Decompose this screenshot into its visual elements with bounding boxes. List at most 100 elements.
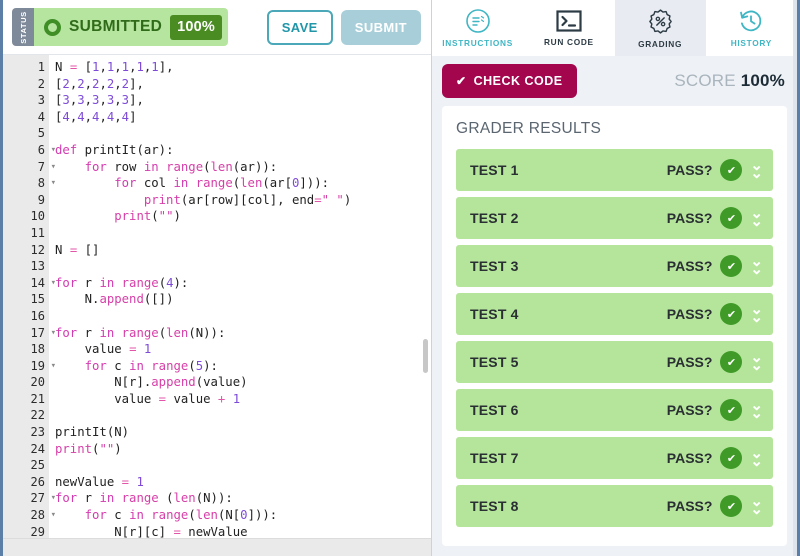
- percent-badge-icon: [647, 8, 674, 35]
- chevron-down-icon[interactable]: ⌄⌄: [750, 450, 763, 466]
- submit-button[interactable]: SUBMIT: [341, 10, 421, 45]
- test-row[interactable]: TEST 5PASS?✔⌄⌄: [456, 341, 773, 383]
- tab-history-label: HISTORY: [731, 38, 772, 48]
- pass-check-icon: ✔: [720, 207, 742, 229]
- line-number: 6▾: [3, 142, 49, 159]
- panel-tabs: INSTRUCTIONS RUN CODE: [432, 0, 797, 56]
- test-pass-label: PASS?: [667, 162, 713, 178]
- test-row[interactable]: TEST 4PASS?✔⌄⌄: [456, 293, 773, 335]
- editor-vertical-scrollbar[interactable]: [422, 59, 429, 554]
- status-tag: STATUS: [12, 8, 34, 46]
- history-clock-icon: [738, 8, 764, 34]
- code-line[interactable]: for c in range(len(N[0])):: [49, 507, 421, 524]
- code-line[interactable]: for col in range(len(ar[0])):: [49, 175, 421, 192]
- test-result-list: TEST 1PASS?✔⌄⌄TEST 2PASS?✔⌄⌄TEST 3PASS?✔…: [456, 149, 773, 527]
- code-line[interactable]: [49, 457, 421, 474]
- test-pass-label: PASS?: [667, 210, 713, 226]
- line-number: 5: [3, 125, 49, 142]
- line-number: 3: [3, 92, 49, 109]
- code-line[interactable]: [49, 407, 421, 424]
- code-line[interactable]: N = [1,1,1,1,1],: [49, 59, 421, 76]
- chevron-down-icon[interactable]: ⌄⌄: [750, 306, 763, 322]
- code-line[interactable]: def printIt(ar):: [49, 142, 421, 159]
- test-row[interactable]: TEST 2PASS?✔⌄⌄: [456, 197, 773, 239]
- code-line[interactable]: newValue = 1: [49, 474, 421, 491]
- code-line[interactable]: [49, 225, 421, 242]
- pass-check-icon: ✔: [720, 303, 742, 325]
- tab-grading[interactable]: GRADING: [615, 0, 706, 56]
- tab-history[interactable]: HISTORY: [706, 0, 797, 56]
- editor-toolbar: STATUS SUBMITTED 100% SAVE SUBMIT: [3, 0, 431, 55]
- code-line[interactable]: printIt(N): [49, 424, 421, 441]
- tab-instructions[interactable]: INSTRUCTIONS: [432, 0, 523, 56]
- code-line[interactable]: for row in range(len(ar)):: [49, 159, 421, 176]
- code-line[interactable]: for r in range (len(N)):: [49, 490, 421, 507]
- test-name: TEST 3: [470, 258, 519, 274]
- test-pass-label: PASS?: [667, 450, 713, 466]
- save-button[interactable]: SAVE: [267, 10, 333, 45]
- terminal-icon: [555, 9, 583, 33]
- code-line[interactable]: [2,2,2,2,2],: [49, 76, 421, 93]
- chevron-down-icon[interactable]: ⌄⌄: [750, 210, 763, 226]
- score-display: SCORE 100%: [674, 71, 785, 91]
- pass-check-icon: ✔: [720, 351, 742, 373]
- code-line[interactable]: N[r].append(value): [49, 374, 421, 391]
- grader-results-card: GRADER RESULTS TEST 1PASS?✔⌄⌄TEST 2PASS?…: [442, 106, 787, 546]
- code-line[interactable]: print(""): [49, 441, 421, 458]
- tab-run-code-label: RUN CODE: [544, 37, 594, 47]
- line-number: 8▾: [3, 175, 49, 192]
- code-line[interactable]: [49, 125, 421, 142]
- code-editor[interactable]: 123456▾7▾8▾91011121314▾151617▾1819▾20212…: [3, 55, 431, 556]
- code-line[interactable]: N = []: [49, 242, 421, 259]
- tab-run-code[interactable]: RUN CODE: [523, 0, 614, 56]
- tab-grading-label: GRADING: [638, 39, 682, 49]
- chevron-down-icon[interactable]: ⌄⌄: [750, 402, 763, 418]
- line-number: 28▾: [3, 507, 49, 524]
- test-status-group: PASS?✔⌄⌄: [667, 495, 763, 517]
- code-line[interactable]: N.append([]): [49, 291, 421, 308]
- editor-scrollbar-thumb[interactable]: [423, 339, 428, 373]
- test-row[interactable]: TEST 6PASS?✔⌄⌄: [456, 389, 773, 431]
- status-percent-chip: 100%: [170, 15, 222, 40]
- code-content[interactable]: N = [1,1,1,1,1],[2,2,2,2,2],[3,3,3,3,3],…: [49, 55, 421, 556]
- test-row[interactable]: TEST 3PASS?✔⌄⌄: [456, 245, 773, 287]
- test-status-group: PASS?✔⌄⌄: [667, 351, 763, 373]
- code-line[interactable]: value = 1: [49, 341, 421, 358]
- code-line[interactable]: print(""): [49, 208, 421, 225]
- line-number: 1: [3, 59, 49, 76]
- chevron-down-icon[interactable]: ⌄⌄: [750, 354, 763, 370]
- check-code-button[interactable]: ✔ CHECK CODE: [442, 64, 577, 98]
- test-status-group: PASS? ✔ ⌄⌄: [667, 207, 763, 229]
- test-pass-label: PASS?: [667, 306, 713, 322]
- chevron-down-icon[interactable]: ⌄⌄: [750, 498, 763, 514]
- line-number: 18: [3, 341, 49, 358]
- test-pass-label: PASS?: [667, 258, 713, 274]
- status-tag-label: STATUS: [19, 11, 28, 44]
- tab-instructions-label: INSTRUCTIONS: [442, 38, 513, 48]
- code-line[interactable]: print(ar[row][col], end=" "): [49, 192, 421, 209]
- test-row[interactable]: TEST 7PASS?✔⌄⌄: [456, 437, 773, 479]
- grading-action-row: ✔ CHECK CODE SCORE 100%: [432, 56, 797, 106]
- line-number: 23: [3, 424, 49, 441]
- test-status-group: PASS? ✔ ⌄⌄: [667, 303, 763, 325]
- code-line[interactable]: [3,3,3,3,3],: [49, 92, 421, 109]
- code-line[interactable]: value = value + 1: [49, 391, 421, 408]
- line-number: 11: [3, 225, 49, 242]
- code-line[interactable]: [4,4,4,4,4]: [49, 109, 421, 126]
- code-line[interactable]: for r in range(4):: [49, 275, 421, 292]
- panel-scrollbar[interactable]: [793, 0, 797, 556]
- test-pass-label: PASS?: [667, 402, 713, 418]
- test-row[interactable]: TEST 8PASS?✔⌄⌄: [456, 485, 773, 527]
- code-line[interactable]: [49, 258, 421, 275]
- code-grader-app: STATUS SUBMITTED 100% SAVE SUBMIT 123456…: [0, 0, 800, 556]
- line-number-gutter: 123456▾7▾8▾91011121314▾151617▾1819▾20212…: [3, 55, 49, 556]
- pass-check-icon: ✔: [720, 399, 742, 421]
- code-line[interactable]: for r in range(len(N)):: [49, 325, 421, 342]
- test-row[interactable]: TEST 1PASS?✔⌄⌄: [456, 149, 773, 191]
- code-line[interactable]: for c in range(5):: [49, 358, 421, 375]
- code-line[interactable]: [49, 308, 421, 325]
- chevron-down-icon[interactable]: ⌄⌄: [750, 258, 763, 274]
- line-number: 7▾: [3, 159, 49, 176]
- chevron-down-icon[interactable]: ⌄⌄: [750, 162, 763, 178]
- line-number: 26: [3, 474, 49, 491]
